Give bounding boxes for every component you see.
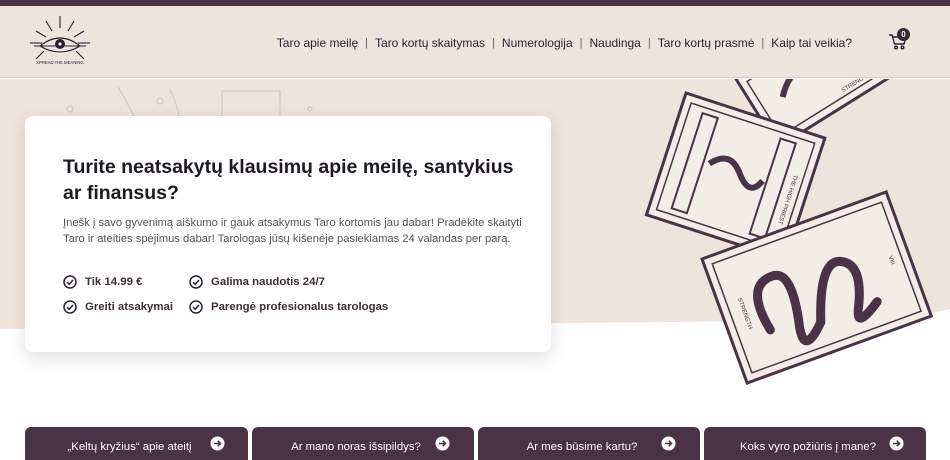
arrow-right-circle-icon — [661, 436, 676, 451]
arrow-right-circle-icon — [435, 436, 450, 451]
reading-button-keltu-kryzius[interactable]: „Keltų kryžius“ apie ateitį — [25, 427, 248, 460]
reading-button-ar-mes-busime-kartu[interactable]: Ar mes būsime kartu? — [478, 427, 700, 460]
nav-link-kaip-tai-veikia[interactable]: Kaip tai veikia? — [771, 36, 852, 50]
site-header: SPREAD THE MEANING Taro apie meilę | Tar… — [0, 6, 950, 78]
hero-info-card: Turite neatsakytų klausimų apie meilę, s… — [25, 116, 551, 352]
feature-professional: Parengė profesionalus tarologas — [189, 300, 388, 314]
reading-button-koks-vyro-poziuris[interactable]: Koks vyro požiūris į mane? — [704, 427, 926, 460]
feature-fast-answers: Greiti atsakymai — [63, 300, 173, 314]
arrow-right-circle-icon — [889, 436, 904, 451]
feature-label: Galima naudotis 24/7 — [211, 276, 325, 288]
feature-label: Greiti atsakymai — [85, 301, 174, 313]
nav-link-taro-kortu-skaitymas[interactable]: Taro kortų skaitymas — [375, 36, 485, 50]
nav-separator: | — [647, 37, 651, 49]
feature-label: Parengė profesionalus tarologas — [211, 301, 389, 313]
nav-link-numerologija[interactable]: Numerologija — [502, 36, 573, 50]
main-nav: Taro apie meilę | Taro kortų skaitymas |… — [277, 36, 852, 50]
feature-price: Tik 14.99 € — [63, 275, 142, 289]
nav-link-naudinga[interactable]: Naudinga — [589, 36, 640, 50]
nav-link-taro-kortu-prasme[interactable]: Taro kortų prasmė — [658, 36, 755, 50]
arrow-right-circle-icon — [210, 436, 225, 451]
hero-title: Turite neatsakytų klausimų apie meilę, s… — [63, 156, 514, 204]
check-circle-icon — [189, 300, 203, 314]
hero-description: Įnešk į savo gyvenimą aiškumo ir gauk at… — [63, 217, 522, 245]
nav-link-taro-apie-meile[interactable]: Taro apie meilę — [277, 36, 358, 50]
reading-button-ar-mano-noras[interactable]: Ar mano noras išsipildys? — [252, 427, 474, 460]
check-circle-icon — [63, 300, 77, 314]
feature-availability: Galima naudotis 24/7 — [189, 275, 325, 289]
nav-separator: | — [492, 37, 495, 49]
nav-separator: | — [365, 37, 369, 49]
feature-label: Tik 14.99 € — [85, 276, 143, 288]
nav-separator: | — [761, 37, 765, 49]
nav-separator: | — [579, 37, 583, 49]
cart-count-badge: 0 — [897, 28, 910, 41]
check-circle-icon — [189, 275, 203, 289]
site-logo[interactable]: SPREAD THE MEANING — [24, 12, 96, 76]
check-circle-icon — [63, 275, 77, 289]
logo-text: SPREAD THE MEANING — [36, 60, 83, 65]
